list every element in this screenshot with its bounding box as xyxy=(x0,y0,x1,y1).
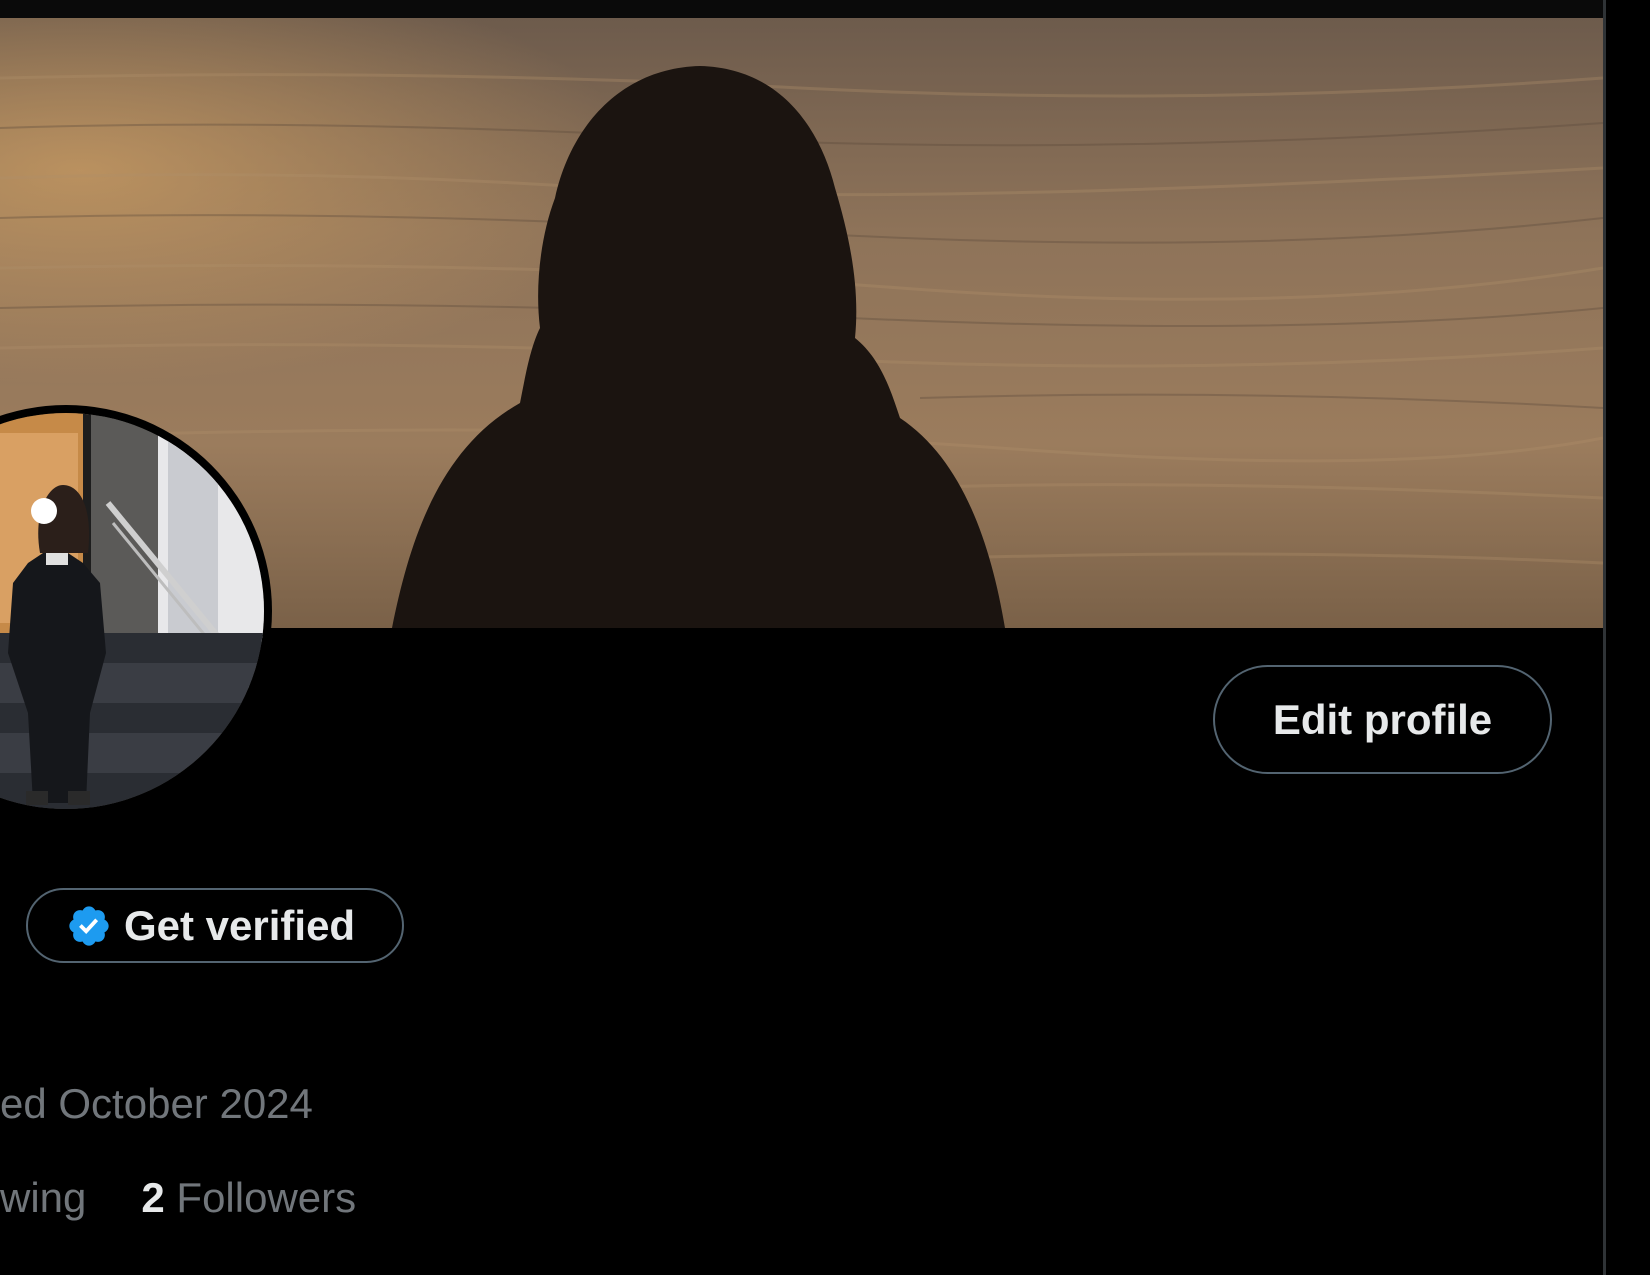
followers-link[interactable]: 2 Followers xyxy=(141,1174,356,1221)
get-verified-button[interactable]: Get verified xyxy=(26,888,404,963)
verified-badge-icon xyxy=(66,903,112,949)
join-date: ed October 2024 xyxy=(0,1080,313,1127)
profile-page: Edit profile Get verified ) ed October 2… xyxy=(0,0,1650,1275)
followers-count: 2 xyxy=(141,1174,165,1221)
get-verified-label: Get verified xyxy=(124,901,356,949)
followers-label: Followers xyxy=(176,1174,357,1221)
edit-profile-button[interactable]: Edit profile xyxy=(1213,665,1552,774)
right-gutter xyxy=(1606,0,1650,1275)
top-strip xyxy=(0,0,1603,18)
following-link[interactable]: wing xyxy=(0,1174,86,1221)
follow-stats: wing 2 Followers xyxy=(0,1174,356,1222)
